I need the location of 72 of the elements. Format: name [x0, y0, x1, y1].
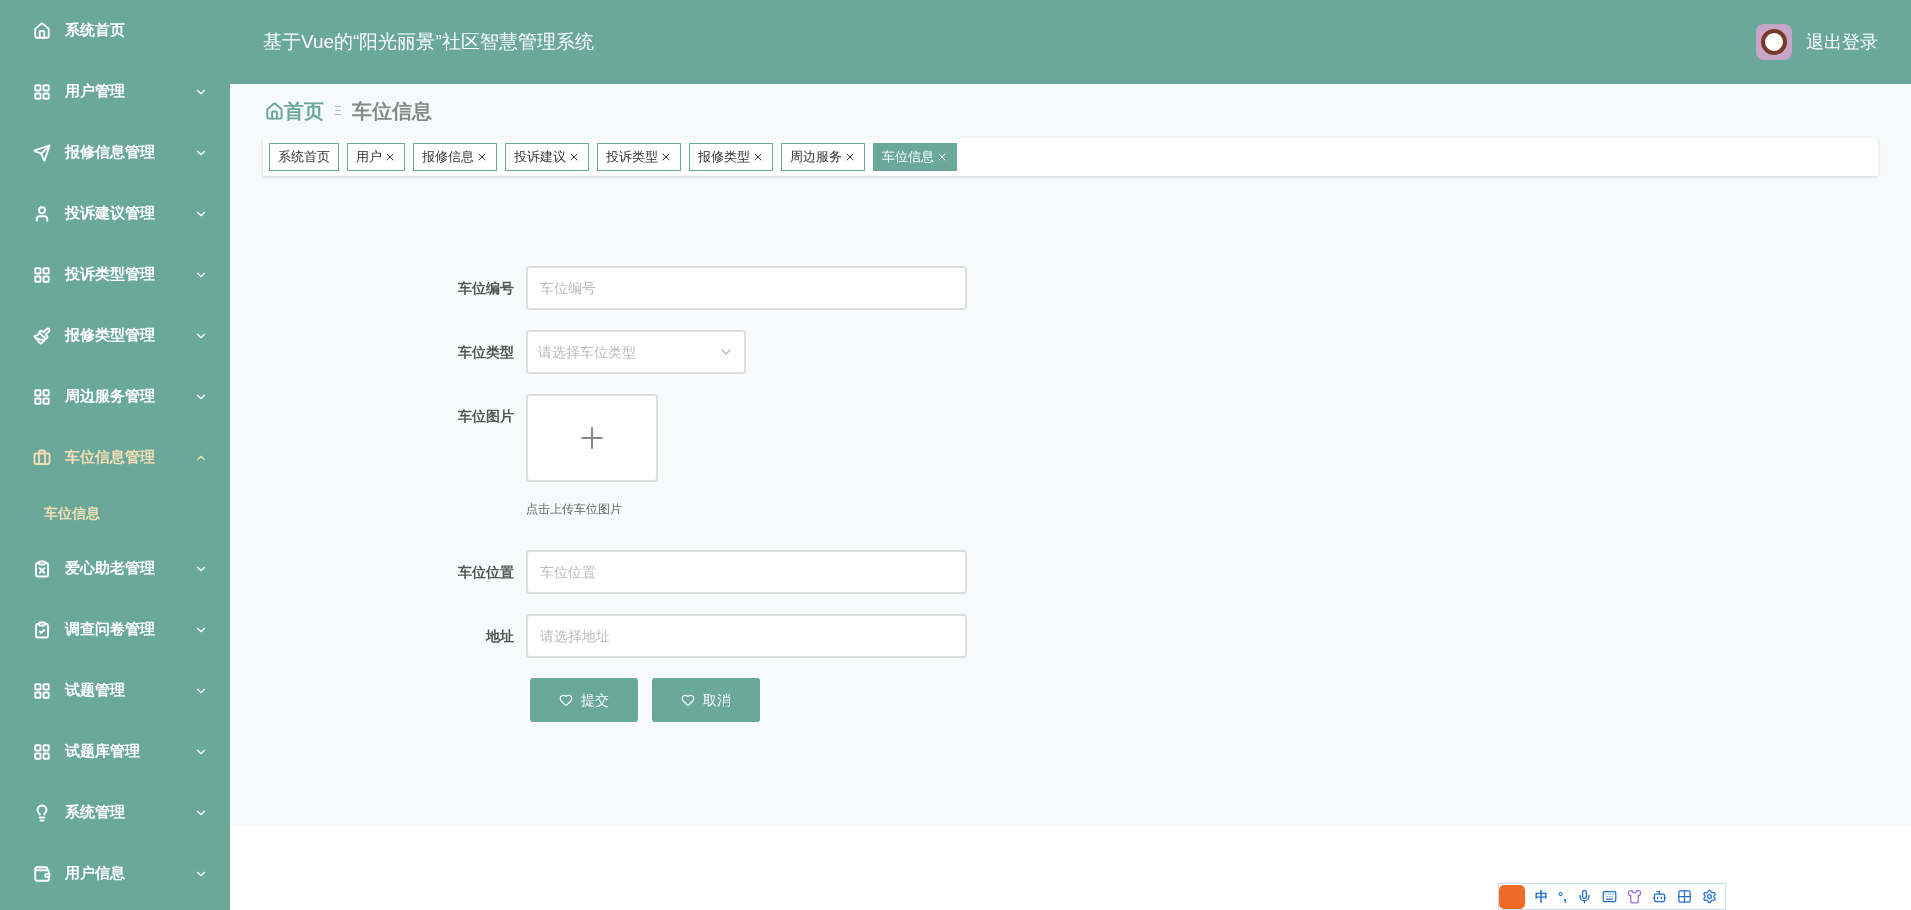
close-icon[interactable] — [384, 151, 396, 163]
logout-link[interactable]: 退出登录 — [1806, 28, 1878, 56]
page-tag[interactable]: 投诉建议 — [505, 143, 589, 171]
sidebar-item[interactable]: 试题库管理 — [0, 721, 230, 782]
clipboard-x-icon — [33, 559, 51, 578]
sidebar-item[interactable]: 调查问卷管理 — [0, 599, 230, 660]
heart-icon — [681, 693, 695, 707]
sidebar-item[interactable]: 报修类型管理 — [0, 305, 230, 366]
brush-icon — [33, 326, 51, 345]
page-tag[interactable]: 周边服务 — [781, 143, 865, 171]
sidebar-item[interactable]: 用户信息 — [0, 843, 230, 904]
close-icon[interactable] — [660, 151, 672, 163]
field-label: 车位图片 — [457, 407, 515, 426]
grid-icon[interactable] — [1676, 889, 1692, 904]
app-title: 基于Vue的“阳光丽景”社区智慧管理系统 — [263, 29, 595, 54]
sidebar-item[interactable]: 周边服务管理 — [0, 366, 230, 427]
ime-logo-icon — [1499, 884, 1525, 909]
page-tag[interactable]: 投诉类型 — [597, 143, 681, 171]
grid-icon — [33, 681, 51, 700]
avatar — [1756, 24, 1792, 60]
sidebar-item[interactable]: 投诉类型管理 — [0, 244, 230, 305]
input-field[interactable]: 车位位置 — [526, 550, 967, 594]
close-icon[interactable] — [844, 151, 856, 163]
select-field[interactable]: 请选择车位类型 — [526, 330, 746, 374]
field-label: 地址 — [484, 627, 515, 646]
page-tag[interactable]: 系统首页 — [269, 143, 339, 171]
briefcase-icon — [33, 448, 51, 467]
keyboard-icon[interactable] — [1601, 889, 1617, 904]
grid-icon — [33, 387, 51, 406]
grid-icon — [33, 265, 51, 284]
user-icon — [33, 204, 51, 223]
close-icon[interactable] — [568, 151, 580, 163]
page-tag[interactable]: 用户 — [347, 143, 405, 171]
form-button[interactable]: 提交 — [530, 678, 638, 722]
home-icon — [33, 21, 51, 40]
sidebar-item[interactable]: 系统首页 — [0, 0, 230, 61]
page-tag[interactable]: 车位信息 — [873, 143, 957, 171]
grid-icon — [33, 82, 51, 101]
wallet-icon — [33, 864, 51, 883]
close-icon[interactable] — [476, 151, 488, 163]
home-icon — [265, 101, 284, 121]
sidebar-item[interactable]: 系统管理 — [0, 782, 230, 843]
field-label: 车位位置 — [457, 563, 515, 582]
sidebar-item[interactable]: 爱心助老管理 — [0, 538, 230, 599]
heart-icon — [559, 693, 573, 707]
close-icon[interactable] — [752, 151, 764, 163]
shirt-icon[interactable] — [1626, 889, 1642, 904]
form-button[interactable]: 取消 — [652, 678, 760, 722]
microphone-icon[interactable] — [1576, 889, 1592, 904]
submenu-item[interactable]: 车位信息 — [0, 488, 230, 538]
sidebar-item[interactable]: 试题管理 — [0, 660, 230, 721]
input-field[interactable]: 请选择地址 — [526, 614, 967, 658]
sidebar-item[interactable]: 投诉建议管理 — [0, 183, 230, 244]
breadcrumb-current: 车位信息 — [351, 99, 432, 124]
breadcrumb-separator: Ξ — [334, 103, 342, 120]
input-field[interactable]: 车位编号 — [526, 266, 967, 310]
paper-plane-icon — [33, 143, 51, 162]
settings-icon[interactable] — [1701, 889, 1717, 904]
sidebar-item[interactable]: 报修信息管理 — [0, 122, 230, 183]
field-label: 车位类型 — [457, 343, 515, 362]
robot-icon[interactable] — [1651, 889, 1667, 904]
clipboard-check-icon — [33, 620, 51, 639]
page-tag[interactable]: 报修信息 — [413, 143, 497, 171]
grid-icon — [33, 742, 51, 761]
ime-mode[interactable]: 中 — [1535, 886, 1548, 907]
page-tag[interactable]: 报修类型 — [689, 143, 773, 171]
field-label: 车位编号 — [457, 279, 515, 298]
ime-mode[interactable]: °, — [1558, 886, 1567, 907]
breadcrumb-home-link[interactable]: 首页 — [265, 96, 324, 126]
sidebar-item[interactable]: 车位信息管理 — [0, 427, 230, 488]
upload-hint: 点击上传车位图片 — [526, 501, 623, 518]
sidebar-item[interactable]: 用户管理 — [0, 61, 230, 122]
